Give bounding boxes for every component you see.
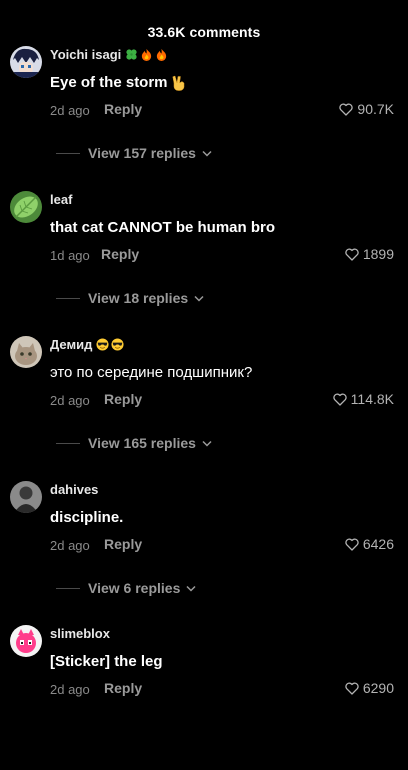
comment-text-label: discipline.: [50, 509, 124, 526]
heart-icon: [339, 103, 354, 116]
comment-text-label: [Sticker] the leg: [50, 653, 163, 670]
comment-username[interactable]: leaf: [50, 192, 74, 207]
username-label: Демид: [50, 337, 93, 352]
reply-button[interactable]: Reply: [104, 391, 142, 407]
heart-icon: [332, 393, 347, 406]
view-replies-label: View 165 replies: [88, 435, 196, 451]
divider-line: [56, 587, 80, 589]
comment-age: 1d ago: [50, 248, 90, 263]
like-button[interactable]: 1899: [345, 246, 394, 262]
comment-username[interactable]: Yoichi isagi: [50, 47, 168, 62]
comment-item: dahives discipline. 2d ago Reply 6426 Vi…: [0, 481, 408, 626]
cat-photo-avatar-icon: [10, 336, 42, 368]
divider-line: [56, 297, 80, 299]
avatar[interactable]: [10, 481, 42, 513]
comment-item: Yoichi isagi Eye of the storm 2d ago Rep…: [0, 46, 408, 191]
comment-text: discipline.: [50, 509, 123, 526]
comment-age: 2d ago: [50, 103, 90, 118]
divider-line: [56, 152, 80, 154]
username-label: slimeblox: [50, 626, 110, 641]
sunglasses-face-icon: [96, 338, 109, 351]
like-count: 6426: [362, 536, 394, 552]
view-replies-label: View 157 replies: [88, 145, 196, 161]
dark-portrait-avatar-icon: [10, 481, 42, 513]
comment-text: that cat CANNOT be human bro: [50, 219, 275, 236]
heart-icon: [345, 538, 359, 551]
anime-character-avatar-icon: [10, 46, 42, 78]
avatar[interactable]: [10, 336, 42, 368]
view-replies-label: View 18 replies: [88, 290, 189, 306]
view-replies-button[interactable]: View 6 replies: [56, 580, 196, 596]
username-label: Yoichi isagi: [50, 47, 122, 62]
username-label: leaf: [50, 192, 73, 207]
comment-item: leaf that cat CANNOT be human bro 1d ago…: [0, 191, 408, 336]
chevron-down-icon: [202, 150, 212, 157]
fire-icon: [157, 48, 167, 61]
comment-text: [Sticker] the leg: [50, 653, 163, 670]
leaf-avatar-icon: [10, 191, 42, 223]
clover-icon: [126, 49, 137, 60]
heart-icon: [345, 682, 359, 695]
comment-age: 2d ago: [50, 682, 90, 697]
pink-character-avatar-icon: [10, 625, 42, 657]
comment-username[interactable]: Демид: [50, 337, 124, 352]
comment-text-label: это по середине подшипник?: [50, 364, 253, 381]
comment-username[interactable]: slimeblox: [50, 626, 112, 641]
comments-count-title: 33.6K comments: [147, 24, 261, 40]
comment-text: это по середине подшипник?: [50, 364, 252, 381]
avatar[interactable]: [10, 625, 42, 657]
like-button[interactable]: 90.7K: [339, 101, 394, 117]
like-button[interactable]: 114.8K: [332, 391, 394, 407]
like-count: 6290: [362, 680, 394, 696]
like-count: 1899: [362, 246, 394, 262]
reply-button[interactable]: Reply: [101, 246, 139, 262]
username-label: dahives: [50, 482, 99, 497]
heart-icon: [345, 248, 359, 261]
comment-username[interactable]: dahives: [50, 482, 100, 497]
like-count: 114.8K: [350, 391, 394, 407]
chevron-down-icon: [202, 440, 212, 447]
comment-text: Eye of the storm: [50, 74, 186, 91]
divider-line: [56, 442, 80, 444]
comment-age: 2d ago: [50, 538, 90, 553]
reply-button[interactable]: Reply: [104, 680, 142, 696]
fire-icon: [142, 48, 152, 61]
avatar[interactable]: [10, 191, 42, 223]
reply-button[interactable]: Reply: [104, 101, 142, 117]
comment-age: 2d ago: [50, 393, 90, 408]
view-replies-button[interactable]: View 18 replies: [56, 290, 204, 306]
victory-hand-icon: [172, 75, 184, 91]
avatar[interactable]: [10, 46, 42, 78]
chevron-down-icon: [186, 585, 196, 592]
comment-text-label: Eye of the storm: [50, 74, 168, 91]
comment-text-label: that cat CANNOT be human bro: [50, 219, 276, 236]
reply-button[interactable]: Reply: [104, 536, 142, 552]
sunglasses-face-icon: [111, 338, 124, 351]
like-button[interactable]: 6290: [345, 680, 394, 696]
like-button[interactable]: 6426: [345, 536, 394, 552]
view-replies-label: View 6 replies: [88, 580, 181, 596]
view-replies-button[interactable]: View 165 replies: [56, 435, 212, 451]
chevron-down-icon: [194, 295, 204, 302]
view-replies-button[interactable]: View 157 replies: [56, 145, 212, 161]
like-count: 90.7K: [357, 101, 394, 117]
comment-item: slimeblox [Sticker] the leg 2d ago Reply…: [0, 625, 408, 770]
comment-item: Демид это по середине подшипник? 2d ago …: [0, 336, 408, 481]
